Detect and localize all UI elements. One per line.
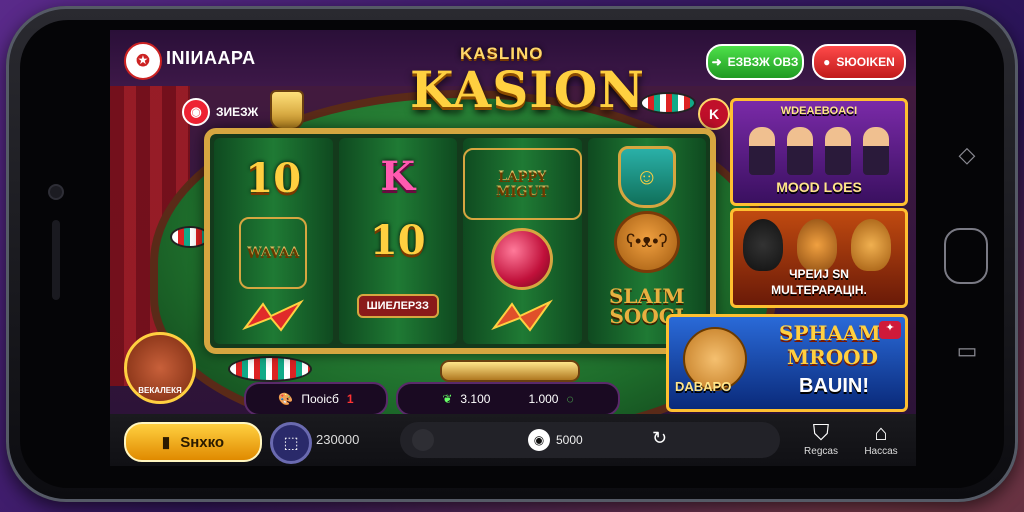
panther-icon [743,219,783,271]
signup-button-label: SЮОIKEN [836,55,895,69]
promo2-title-line1: ЧРЕИЈ SN [789,267,849,281]
game-title: KASION [410,60,645,119]
stat-box-left[interactable]: 🎨 Пооiсб 1 [244,382,388,416]
signup-icon: ● [823,55,831,69]
ball-symbol-icon [491,228,554,290]
level-badge-label: ЗИЕЗЖ [216,105,259,119]
recent-apps-icon[interactable]: ▭ [952,336,982,366]
home-button[interactable] [944,228,988,284]
slash-symbol-icon [242,299,305,332]
reel-3: LAPPY MIGUT [463,138,582,344]
chip-stack-icon [228,356,312,382]
balance-value: 230000 [316,432,360,447]
chip-stack-icon [640,92,696,114]
person-figure [749,127,775,175]
refresh-icon: ◌ [566,392,574,406]
shield-symbol-icon: ☺ [617,145,676,208]
bottom-bar: ▮ Sнхко ⬚ 230000 ◉ 5000 ↻ ⛉ Regcas ⌂ Hac… [110,414,916,466]
symbol-k: K [380,152,416,200]
promo3-left-label: DABAPO [675,379,732,394]
brand-name: INIИAAPA [166,48,256,68]
ribbon-icon: ✦ [879,321,901,339]
center-value: 5000 [556,433,583,447]
arrow-icon: ➜ [711,55,722,69]
person-figure [787,127,813,175]
speaker-grille [52,220,60,300]
avatar-label: ВЕКАЛЕКЯ [138,386,182,395]
brand-logo-icon[interactable]: ✪ [124,42,162,80]
promo-card-1[interactable]: WDEAEBOACI MOOD LOES [730,98,908,206]
leaf-icon: ❦ [442,392,453,406]
trophy-icon [270,90,304,130]
promo-card-2[interactable]: ЧРЕИЈ SN MULTЕРАРАЦІН. [730,208,908,308]
nav-shield-button[interactable]: ⛉ Regcas [796,420,846,457]
person-figure [863,127,889,175]
share-icon[interactable]: ↻ [652,428,667,449]
promo1-title-top: WDEAEBOACI [780,105,858,117]
nav2-label: Haccas [864,446,898,457]
reel-1: 10 WAVAA [214,138,333,344]
k-badge[interactable]: K [698,98,730,130]
front-camera [50,186,62,198]
symbol-wava: WAVAA [239,216,308,289]
spin-button-label: Sнхко [180,433,225,451]
back-icon[interactable]: ◇ [952,140,982,170]
promo1-people [743,127,895,175]
reel-handle-bar[interactable] [440,360,580,382]
stat-left-badge: 1 [346,392,354,406]
wallet-icon[interactable]: ⬚ [270,422,312,464]
login-button[interactable]: ➜ ЕЗВЗЖ ОВЗ [706,44,804,80]
symbol-10: 10 [369,217,426,265]
level-badge-icon: ◉ [182,98,210,126]
slash-symbol-icon [491,299,554,332]
tiger-icon [797,219,837,271]
slot-reels[interactable]: 10 WAVAA K 10 ШИЕЛЕРЗЗ LAPPY MIGUT ☺ ʕ•ᴥ… [204,128,716,354]
promo3-title-line2: MROOD [787,345,878,369]
player-avatar[interactable]: ВЕКАЛЕКЯ [124,332,196,404]
lion-icon [851,219,891,271]
reel-2: K 10 ШИЕЛЕРЗЗ [338,138,457,344]
symbol-banner: ШИЕЛЕРЗЗ [356,293,439,318]
paint-icon: 🎨 [278,392,294,406]
stat-right-value: 1.000 [528,392,559,406]
symbol-10: 10 [245,154,302,202]
nav1-label: Regcas [804,446,838,457]
shield-icon: ⛉ [812,420,830,445]
promo3-title-line3: BAUIN! [799,375,869,397]
promo3-title-line1: SPHAAM [779,321,881,345]
person-figure [825,127,851,175]
symbol-happy: LAPPY MIGUT [463,148,582,220]
home-icon: ⌂ [874,420,888,445]
promo1-title-bottom: MOOD LOES [776,179,862,195]
center-pill: ◉ 5000 ↻ [400,422,780,458]
level-badge[interactable]: ◉ ЗИЕЗЖ [182,98,258,126]
promo-card-3[interactable]: DABAPO SPHAAM MROOD BAUIN! ✦ [666,314,908,412]
stat-left-label: Пооiсб [301,392,339,406]
lion-symbol-icon: ʕ•ᴥ•ʔ [613,210,680,273]
stat-box-right[interactable]: ❦ 3.100 1.000 ◌ [396,382,620,416]
game-screen: ✪ INIИAAPA ➜ ЕЗВЗЖ ОВЗ ● SЮОIKEN KASLINO… [110,30,916,466]
circle-icon[interactable] [412,429,434,451]
stat-mid-value: 3.100 [460,392,491,406]
spin-button[interactable]: ▮ Sнхко [124,422,262,462]
login-button-label: ЕЗВЗЖ ОВЗ [727,55,799,69]
coin-stack-icon: ▮ [161,434,171,451]
nav-home-button[interactable]: ⌂ Haccas [856,420,906,457]
promo2-title-line2: MULTЕРАРАЦІН. [771,283,867,297]
signup-button[interactable]: ● SЮОIKEN [812,44,906,80]
coin-icon: ◉ [528,429,550,451]
